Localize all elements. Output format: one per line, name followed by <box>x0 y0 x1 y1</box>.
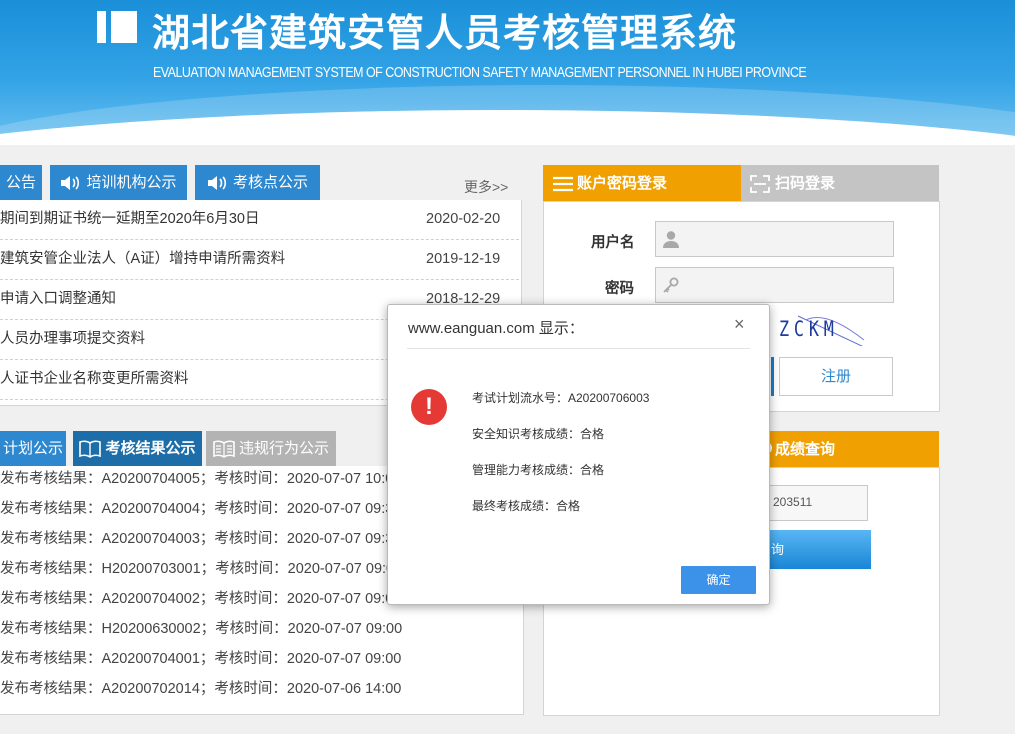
notice-date: 2019-12-19 <box>426 251 501 267</box>
dialog-message-line: 安全知识考核成绩：合格 <box>472 427 605 441</box>
list-item[interactable]: 发布考核结果：A20200704001；考核时间：2020-07-07 09:0… <box>0 644 522 674</box>
register-button[interactable]: 注册 <box>779 357 893 396</box>
more-link[interactable]: 更多>> <box>464 177 508 197</box>
tab-label: 计划公示 <box>2 440 63 457</box>
logo-icon <box>97 11 106 43</box>
notice-title[interactable]: 人证书企业名称变更所需资料 <box>0 360 189 399</box>
book-icon <box>213 440 235 458</box>
site-subtitle: EVALUATION MANAGEMENT SYSTEM OF CONSTRUC… <box>153 65 807 81</box>
alert-dialog: www.eanguan.com 显示： × ! 考试计划流水号：A2020070… <box>387 304 770 605</box>
notice-title[interactable]: 人员办理事项提交资料 <box>0 320 145 359</box>
register-label: 注册 <box>820 368 851 385</box>
tab-label: 考核点公示 <box>232 174 308 191</box>
login-button[interactable] <box>771 357 774 396</box>
tab-label: 违规行为公示 <box>238 440 329 457</box>
tab-password-login[interactable]: 账户密码登录 <box>543 165 741 202</box>
dialog-message-line: 管理能力考核成绩：合格 <box>472 463 605 477</box>
tab-label: 公告 <box>5 174 36 191</box>
list-item[interactable]: 发布考核结果：H20200630002；考核时间：2020-07-07 09:0… <box>0 614 522 644</box>
score-query-button-label: 询 <box>771 542 785 557</box>
user-icon <box>663 231 679 248</box>
list-item[interactable]: 发布考核结果：A20200702014；考核时间：2020-07-06 14:0… <box>0 674 522 704</box>
menu-icon <box>553 176 573 192</box>
password-label: 密码 <box>605 281 634 297</box>
tab-label: 扫码登录 <box>775 175 836 192</box>
scan-icon <box>750 175 770 193</box>
tab-label: 账户密码登录 <box>577 175 668 192</box>
password-input[interactable] <box>655 267 894 303</box>
tab-scan-login[interactable]: 扫码登录 <box>741 165 939 202</box>
error-icon: ! <box>411 389 447 425</box>
tab-label: 考核结果公示 <box>105 440 196 457</box>
username-label: 用户名 <box>591 235 635 251</box>
dialog-title: www.eanguan.com 显示： <box>408 320 584 337</box>
tab-exam-sites[interactable]: 考核点公示 <box>195 165 320 201</box>
site-title: 湖北省建筑安管人员考核管理系统 <box>152 11 738 55</box>
notice-title[interactable]: 建筑安管企业法人（A证）增持申请所需资料 <box>0 240 285 279</box>
speaker-icon <box>61 176 80 191</box>
score-query-value: 203511 <box>773 495 813 509</box>
username-input[interactable] <box>655 221 894 257</box>
key-icon <box>663 277 679 293</box>
dialog-message-line: 考试计划流水号：A20200706003 <box>472 391 650 405</box>
logo-icon <box>111 11 137 43</box>
tab-exam-plan[interactable]: 计划公示 <box>0 431 66 467</box>
tab-violations[interactable]: 违规行为公示 <box>206 431 336 467</box>
login-tabbar: 账户密码登录 扫码登录 <box>543 165 939 202</box>
book-icon <box>79 440 102 458</box>
captcha-text: ZCKM <box>779 317 839 341</box>
list-item[interactable]: 建筑安管企业法人（A证）增持申请所需资料 2019-12-19 <box>0 240 519 280</box>
ok-button[interactable]: 确定 <box>681 566 756 594</box>
captcha-image[interactable]: ZCKM <box>776 310 871 346</box>
notice-tabbar: 公告 培训机构公示 考核点公示 <box>0 165 520 201</box>
close-icon[interactable]: × <box>734 314 745 335</box>
tab-announcement[interactable]: 公告 <box>0 165 42 201</box>
notice-date: 2020-02-20 <box>426 211 501 227</box>
list-item[interactable]: 期间到期证书统一延期至2020年6月30日 2020-02-20 <box>0 200 519 240</box>
dialog-divider <box>407 348 750 349</box>
notice-title[interactable]: 申请入口调整通知 <box>0 280 116 319</box>
dialog-message-line: 最终考核成绩：合格 <box>472 499 581 513</box>
score-query-title: 成绩查询 <box>775 441 836 458</box>
notice-title[interactable]: 期间到期证书统一延期至2020年6月30日 <box>0 200 259 239</box>
site-header: 湖北省建筑安管人员考核管理系统 EVALUATION MANAGEMENT SY… <box>0 0 1015 145</box>
tab-exam-results[interactable]: 考核结果公示 <box>73 431 202 467</box>
tab-training-institutions[interactable]: 培训机构公示 <box>50 165 187 201</box>
speaker-icon <box>207 176 227 191</box>
tab-label: 培训机构公示 <box>86 174 177 191</box>
